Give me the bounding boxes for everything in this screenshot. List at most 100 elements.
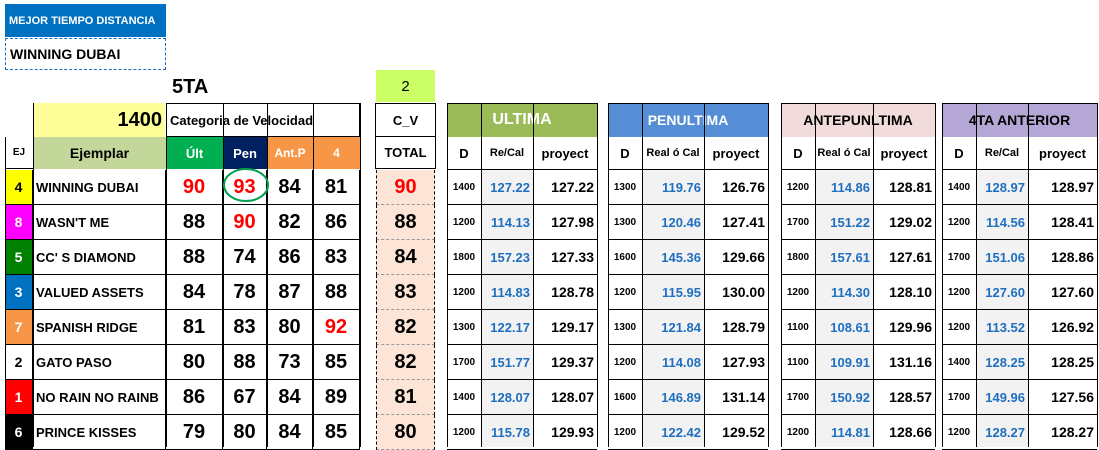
row-total-value: 83 <box>376 275 435 310</box>
row-section-2-distance: 1800 <box>781 240 815 275</box>
row-section-1-proyect: 128.79 <box>704 310 768 345</box>
section-3-d-header: D <box>942 137 976 170</box>
row-horse-name: CC' S DIAMOND <box>33 240 166 275</box>
row-section-3-proyect: 128.25 <box>1028 345 1097 380</box>
section-3-proy-header: proyect <box>1028 137 1097 170</box>
row-section-1-proyect: 129.66 <box>704 240 768 275</box>
row-horse-name: WASN'T ME <box>33 205 166 240</box>
ejemplar-header: Ejemplar <box>33 137 166 169</box>
row-section-1-proyect: 127.93 <box>704 345 768 380</box>
row-section-0-proyect: 127.22 <box>533 170 597 205</box>
row-ult-value: 80 <box>166 345 223 380</box>
row-section-0-recal: 114.13 <box>481 205 533 240</box>
row-section-0-distance: 1300 <box>447 310 481 345</box>
section-title-0: ULTIMA <box>447 103 597 137</box>
race-distance: 1400 <box>33 103 165 137</box>
row-section-1-proyect: 130.00 <box>704 275 768 310</box>
row-section-1-distance: 1300 <box>608 170 642 205</box>
race-label: 5TA <box>172 75 209 98</box>
row-section-0-proyect: 127.98 <box>533 205 597 240</box>
row-section-2-proyect: 129.02 <box>873 205 935 240</box>
row-q4-value: 86 <box>313 205 360 240</box>
row-section-3-distance: 1200 <box>942 205 976 240</box>
row-ej-number: 3 <box>5 275 33 310</box>
row-section-3-recal: 128.25 <box>976 345 1028 380</box>
row-section-2-proyect: 129.96 <box>873 310 935 345</box>
row-ej-number: 5 <box>5 240 33 275</box>
row-total-value: 90 <box>376 170 435 205</box>
row-ult-value: 79 <box>166 415 223 450</box>
row-horse-name: GATO PASO <box>33 345 166 380</box>
row-pen-value: 78 <box>223 275 267 310</box>
row-pen-value: 88 <box>223 345 267 380</box>
section-1-d-header: D <box>608 137 642 170</box>
row-section-0-distance: 1200 <box>447 275 481 310</box>
row-section-2-proyect: 128.57 <box>873 380 935 415</box>
best-time-horse: WINNING DUBAI <box>5 38 166 70</box>
row-q4-value: 92 <box>313 310 360 345</box>
row-section-2-distance: 1200 <box>781 275 815 310</box>
row-section-2-distance: 1700 <box>781 205 815 240</box>
row-section-1-recal: 120.46 <box>642 205 704 240</box>
grid-line <box>166 103 167 447</box>
row-total-value: 80 <box>376 415 435 450</box>
row-horse-name: WINNING DUBAI <box>33 170 166 205</box>
row-section-0-proyect: 129.37 <box>533 345 597 380</box>
section-0-proy-header: proyect <box>533 137 597 170</box>
row-section-1-distance: 1600 <box>608 380 642 415</box>
row-section-3-distance: 1400 <box>942 170 976 205</box>
row-section-3-proyect: 128.27 <box>1028 415 1097 450</box>
section-2-rc-header: Real ó Cal <box>815 137 873 170</box>
grid-line <box>5 137 6 447</box>
row-section-1-recal: 114.08 <box>642 345 704 380</box>
row-ej-number: 1 <box>5 380 33 415</box>
speed-category-label: Categoria de Velocidad <box>166 103 360 137</box>
row-section-3-recal: 128.97 <box>976 170 1028 205</box>
row-section-2-proyect: 128.81 <box>873 170 935 205</box>
highlight-circle <box>223 168 269 202</box>
row-antp-value: 86 <box>267 240 313 275</box>
row-ult-value: 88 <box>166 240 223 275</box>
row-section-3-proyect: 127.56 <box>1028 380 1097 415</box>
row-section-3-distance: 1400 <box>942 345 976 380</box>
cv-label: C_V <box>375 103 436 137</box>
row-section-3-distance: 1700 <box>942 240 976 275</box>
row-section-1-proyect: 131.14 <box>704 380 768 415</box>
row-section-0-proyect: 128.78 <box>533 275 597 310</box>
row-ej-number: 4 <box>5 170 33 205</box>
row-section-0-distance: 1200 <box>447 205 481 240</box>
row-section-1-distance: 1200 <box>608 275 642 310</box>
row-ej-number: 6 <box>5 415 33 450</box>
row-total-value: 82 <box>376 310 435 345</box>
row-section-2-proyect: 131.16 <box>873 345 935 380</box>
row-section-0-recal: 151.77 <box>481 345 533 380</box>
grid-line <box>768 103 769 447</box>
row-antp-value: 82 <box>267 205 313 240</box>
row-section-1-recal: 115.95 <box>642 275 704 310</box>
row-horse-name: PRINCE KISSES <box>33 415 166 450</box>
grid-line <box>223 103 224 447</box>
row-antp-value: 87 <box>267 275 313 310</box>
row-section-0-distance: 1700 <box>447 345 481 380</box>
row-section-0-proyect: 129.93 <box>533 415 597 450</box>
row-section-3-distance: 1200 <box>942 275 976 310</box>
row-section-2-proyect: 128.66 <box>873 415 935 450</box>
row-section-3-recal: 151.06 <box>976 240 1028 275</box>
row-section-1-proyect: 126.76 <box>704 170 768 205</box>
row-section-2-recal: 157.61 <box>815 240 873 275</box>
row-section-1-distance: 1600 <box>608 240 642 275</box>
row-section-1-proyect: 127.41 <box>704 205 768 240</box>
row-section-2-distance: 1100 <box>781 345 815 380</box>
row-ej-number: 2 <box>5 345 33 380</box>
grid-line <box>608 103 768 104</box>
row-q4-value: 85 <box>313 345 360 380</box>
row-antp-value: 73 <box>267 345 313 380</box>
grid-line <box>313 103 314 447</box>
row-section-0-recal: 122.17 <box>481 310 533 345</box>
row-section-3-proyect: 127.60 <box>1028 275 1097 310</box>
row-pen-value: 67 <box>223 380 267 415</box>
row-section-3-proyect: 128.41 <box>1028 205 1097 240</box>
row-section-3-recal: 113.52 <box>976 310 1028 345</box>
section-2-d-header: D <box>781 137 815 170</box>
section-1-proy-header: proyect <box>704 137 768 170</box>
